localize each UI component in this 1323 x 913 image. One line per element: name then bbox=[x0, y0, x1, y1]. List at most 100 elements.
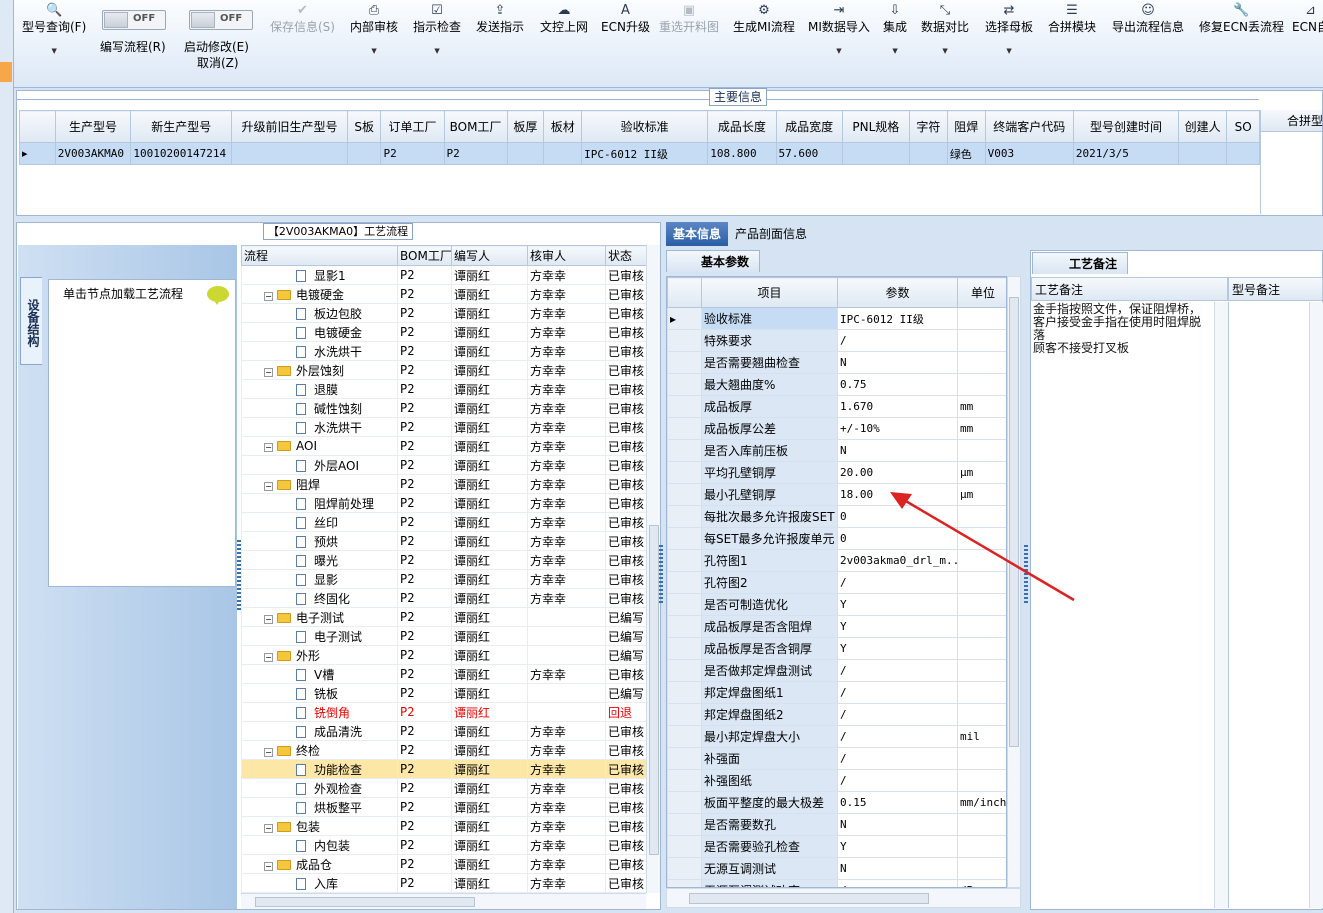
collapse-icon[interactable]: − bbox=[264, 823, 273, 833]
tree-node[interactable]: − 外形 bbox=[241, 645, 398, 665]
tree-row[interactable]: 阻焊前处理 P2 谭丽红 方幸幸 已审核 bbox=[241, 493, 646, 513]
toolbar-button-6[interactable]: ☁ 文控上网 bbox=[540, 3, 588, 83]
tree-col-header[interactable]: 状态 bbox=[605, 245, 646, 266]
tree-row[interactable]: − 电子测试 P2 谭丽红 已编写 bbox=[241, 607, 646, 627]
main-col-header[interactable]: 创建人 bbox=[1177, 110, 1228, 143]
tree-node[interactable]: 铣倒角 bbox=[241, 702, 398, 722]
notes-scrollbar[interactable] bbox=[1214, 302, 1228, 908]
param-value[interactable]: Y bbox=[837, 835, 958, 858]
param-value[interactable]: 18.00 bbox=[837, 483, 958, 506]
main-col-header[interactable]: 升级前旧生产型号 bbox=[231, 110, 348, 143]
toolbar-button-17[interactable]: ⊿ ECN自 bbox=[1292, 3, 1323, 83]
details-tab[interactable]: 产品剖面信息 bbox=[728, 222, 814, 246]
main-cell[interactable]: P2 bbox=[443, 142, 508, 165]
tree-row[interactable]: 入库 P2 谭丽红 方幸幸 已审核 bbox=[241, 873, 646, 893]
params-vertical-scrollbar[interactable] bbox=[1007, 276, 1021, 888]
tree-node[interactable]: 板边包胶 bbox=[241, 303, 398, 323]
tree-row[interactable]: 板边包胶 P2 谭丽红 方幸幸 已审核 bbox=[241, 303, 646, 323]
tree-col-header[interactable]: 核审人 bbox=[527, 245, 606, 266]
params-row[interactable]: 是否做邦定焊盘测试 / bbox=[667, 659, 1006, 682]
toolbar-button-9[interactable]: ⚙ 生成MI流程 bbox=[733, 3, 795, 83]
tree-row[interactable]: − 电镀硬金 P2 谭丽红 方幸幸 已审核 bbox=[241, 284, 646, 304]
params-row[interactable]: 最大翘曲度% 0.75 bbox=[667, 373, 1006, 396]
params-row[interactable]: 是否需要数孔 N bbox=[667, 813, 1006, 836]
params-row[interactable]: 最小孔壁铜厚 18.00 μm bbox=[667, 483, 1006, 506]
params-row[interactable]: 成品板厚 1.670 mm bbox=[667, 395, 1006, 418]
params-col-header[interactable]: 参数 bbox=[837, 277, 958, 308]
tree-node[interactable]: − 包装 bbox=[241, 816, 398, 836]
tree-row[interactable]: 水洗烘干 P2 谭丽红 方幸幸 已审核 bbox=[241, 417, 646, 437]
toolbar-button-1[interactable]: 🔍 型号查询(F) ▼ bbox=[22, 3, 86, 83]
param-value[interactable]: / bbox=[837, 659, 958, 682]
collapse-icon[interactable]: − bbox=[264, 652, 273, 662]
param-value[interactable]: / bbox=[837, 879, 958, 887]
toolbar-button-14[interactable]: ☰ 合拼模块 bbox=[1048, 3, 1096, 83]
main-cell[interactable]: 2V003AKMA0 bbox=[54, 142, 132, 165]
toolbar-button-12[interactable]: ⤡ 数据对比 ▼ bbox=[921, 3, 969, 83]
tree-row[interactable]: 水洗烘干 P2 谭丽红 方幸幸 已审核 bbox=[241, 341, 646, 361]
tree-row[interactable]: 外观检查 P2 谭丽红 方幸幸 已审核 bbox=[241, 778, 646, 798]
tree-row[interactable]: 内包装 P2 谭丽红 方幸幸 已审核 bbox=[241, 835, 646, 855]
main-cell[interactable]: IPC-6012 II级 bbox=[581, 142, 709, 165]
params-row[interactable]: ▸ 验收标准 IPC-6012 II级 bbox=[667, 307, 1006, 330]
main-col-header[interactable]: 订单工厂 bbox=[380, 110, 445, 143]
param-value[interactable]: 0.15 bbox=[837, 791, 958, 814]
params-row[interactable]: 邦定焊盘图纸1/ bbox=[667, 681, 1006, 704]
main-cell[interactable] bbox=[346, 142, 382, 165]
toggle-switch-2[interactable]: OFF bbox=[189, 10, 253, 30]
main-col-header[interactable]: 新生产型号 bbox=[130, 110, 233, 143]
tree-row[interactable]: 丝印 P2 谭丽红 方幸幸 已审核 bbox=[241, 512, 646, 532]
tree-row[interactable]: − 终检 P2 谭丽红 方幸幸 已审核 bbox=[241, 740, 646, 760]
tree-node[interactable]: − 成品仓 bbox=[241, 854, 398, 874]
tree-node[interactable]: 铣板 bbox=[241, 683, 398, 703]
param-value[interactable]: / bbox=[837, 329, 958, 352]
tree-node[interactable]: 电子测试 bbox=[241, 626, 398, 646]
params-row[interactable]: 成品板厚是否含阻焊 Y bbox=[667, 615, 1006, 638]
params-row[interactable]: 无源互调测试 N bbox=[667, 857, 1006, 880]
tree-node[interactable]: 外层AOI bbox=[241, 455, 398, 475]
params-row[interactable]: 补强面 / bbox=[667, 747, 1006, 770]
main-col-header[interactable]: 型号创建时间 bbox=[1072, 110, 1179, 143]
tree-row[interactable]: 曝光 P2 谭丽红 方幸幸 已审核 bbox=[241, 550, 646, 570]
main-col-header[interactable]: 字符 bbox=[908, 110, 948, 143]
params-row[interactable]: 每批次最多允许报废SET 0 bbox=[667, 505, 1006, 528]
params-row[interactable]: 孔符图2/ bbox=[667, 571, 1006, 594]
param-value[interactable]: N bbox=[837, 813, 958, 836]
tree-horizontal-scrollbar[interactable] bbox=[241, 893, 646, 909]
tree-node[interactable]: − 电子测试 bbox=[241, 607, 398, 627]
main-cell[interactable]: 10010200147214 bbox=[130, 142, 233, 165]
main-cell[interactable] bbox=[841, 142, 910, 165]
collapse-icon[interactable]: − bbox=[264, 291, 273, 301]
main-cell[interactable] bbox=[908, 142, 948, 165]
main-cell[interactable]: P2 bbox=[380, 142, 445, 165]
param-value[interactable]: 0.75 bbox=[837, 373, 958, 396]
collapse-icon[interactable]: − bbox=[264, 614, 273, 624]
main-cell[interactable]: 57.600 bbox=[775, 142, 843, 165]
tree-row[interactable]: − 外形 P2 谭丽红 已编写 bbox=[241, 645, 646, 665]
tree-row[interactable]: − 阻焊 P2 谭丽红 方幸幸 已审核 bbox=[241, 474, 646, 494]
tree-col-header[interactable]: 编写人 bbox=[451, 245, 528, 266]
tree-row[interactable]: 显影 P2 谭丽红 方幸幸 已审核 bbox=[241, 569, 646, 589]
param-value[interactable]: Y bbox=[837, 637, 958, 660]
tree-node[interactable]: 入库 bbox=[241, 873, 398, 893]
tree-row[interactable]: 铣倒角 P2 谭丽红 回退 bbox=[241, 702, 646, 722]
param-value[interactable]: / bbox=[837, 725, 958, 748]
tree-row[interactable]: 烘板整平 P2 谭丽红 方幸幸 已审核 bbox=[241, 797, 646, 817]
param-value[interactable]: / bbox=[837, 681, 958, 704]
main-cell[interactable] bbox=[1177, 142, 1228, 165]
splitter-grip[interactable] bbox=[1024, 545, 1028, 605]
tree-row[interactable]: 显影1 P2 谭丽红 方幸幸 已审核 bbox=[241, 265, 646, 285]
tree-node[interactable]: 显影1 bbox=[241, 265, 398, 285]
main-col-header[interactable]: S板 bbox=[346, 110, 382, 143]
toolbar-button-5[interactable]: ⇪ 发送指示 bbox=[476, 3, 524, 83]
main-col-header[interactable]: SO bbox=[1226, 110, 1260, 143]
main-col-header[interactable]: 板厚 bbox=[506, 110, 545, 143]
tree-row[interactable]: 成品清洗 P2 谭丽红 方幸幸 已审核 bbox=[241, 721, 646, 741]
main-cell[interactable] bbox=[1226, 142, 1260, 165]
main-col-header[interactable]: 验收标准 bbox=[581, 110, 709, 143]
params-row[interactable]: 是否可制造优化 Y bbox=[667, 593, 1006, 616]
toolbar-button-11[interactable]: ⇩ 集成 ▼ bbox=[883, 3, 907, 83]
main-cell[interactable] bbox=[506, 142, 545, 165]
param-value[interactable]: Y bbox=[837, 593, 958, 616]
main-col-header[interactable]: 终端客户代码 bbox=[984, 110, 1074, 143]
